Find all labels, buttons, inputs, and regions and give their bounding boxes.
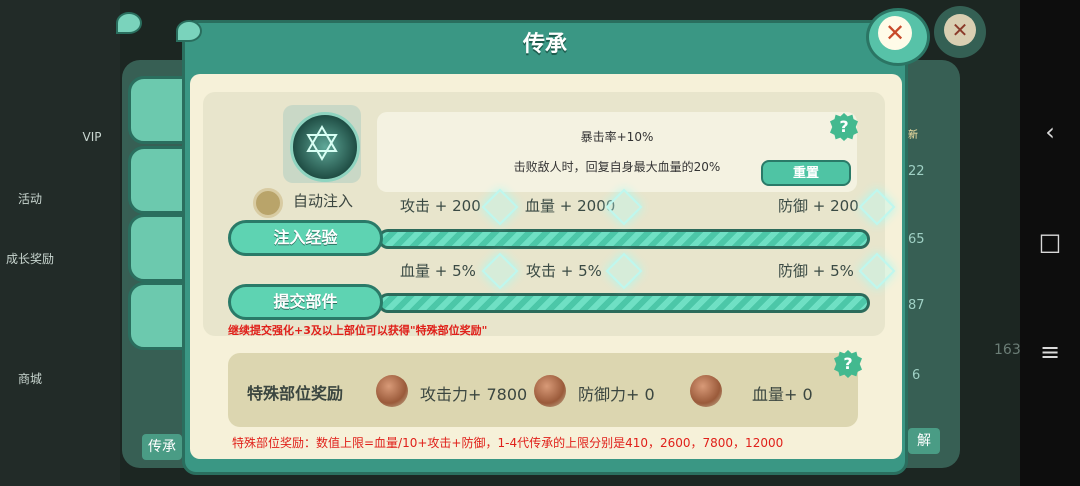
reward-hp: 血量+ 0 xyxy=(752,385,813,404)
parts-stat-hp: 血量 + 5% xyxy=(400,262,476,280)
bg-menu-activity: 活动 xyxy=(17,192,42,206)
bg-menu-vip: VIP xyxy=(82,130,102,144)
mushroom-icon xyxy=(376,375,408,407)
exp-progress-fill xyxy=(381,232,867,246)
bg-inherit-button: 传承 xyxy=(142,434,182,460)
bg-num-2: 65 xyxy=(908,232,925,247)
home-nav-icon[interactable]: □ xyxy=(1020,228,1080,256)
submit-parts-button[interactable]: 提交部件 xyxy=(228,284,383,320)
reward-defense: 防御力+ 0 xyxy=(578,385,655,404)
bg-menu-growth: 成长奖励 xyxy=(5,252,54,266)
parts-progress-fill xyxy=(381,296,867,310)
parts-progress-bar xyxy=(378,293,870,313)
back-nav-icon[interactable]: ‹ xyxy=(1020,118,1080,146)
reward-attack: 攻击力+ 7800 xyxy=(420,385,528,404)
bg-new-badge: 新 xyxy=(908,130,918,141)
auto-inject-label: 自动注入 xyxy=(293,192,354,210)
bg-num-4: 6 xyxy=(912,368,921,383)
parts-stat-defense: 防御 + 5% xyxy=(778,262,854,280)
bg-side-count: 163 xyxy=(994,342,1021,358)
modal-title: 传承 xyxy=(522,32,567,57)
bg-num-1: 22 xyxy=(908,164,925,179)
exp-stat-hp: 血量 + 2000 xyxy=(525,197,616,215)
exp-progress-bar xyxy=(378,229,870,249)
inject-exp-button[interactable]: 注入经验 xyxy=(228,220,383,256)
mushroom-icon xyxy=(690,375,722,407)
exp-stat-attack: 攻击 + 200 xyxy=(400,197,481,215)
exp-stat-defense: 防御 + 200 xyxy=(778,197,859,215)
menu-nav-icon[interactable]: ≡ xyxy=(1020,338,1080,366)
bg-right-button: 解 xyxy=(908,428,940,454)
close-icon[interactable]: ✕ xyxy=(878,16,912,50)
reset-button[interactable]: 重置 xyxy=(761,160,851,186)
reward-limit-note: 特殊部位奖励：数值上限=血量/10+攻击+防御，1-4代传承的上限分别是410，… xyxy=(232,436,784,450)
special-reward-tip: 继续提交强化+3及以上部位可以获得"特殊部位奖励" xyxy=(228,324,488,337)
bg-menu-shop: 商城 xyxy=(17,372,42,386)
mushroom-icon xyxy=(534,375,566,407)
bg-close-x-icon: ✕ xyxy=(944,14,976,46)
special-reward-title: 特殊部位奖励 xyxy=(247,384,344,403)
auto-inject-toggle[interactable] xyxy=(253,188,283,218)
bg-num-3: 87 xyxy=(908,298,925,313)
background-left-menu xyxy=(0,0,120,486)
parts-stat-attack: 攻击 + 5% xyxy=(526,262,602,280)
leaf-ornament-icon xyxy=(116,12,142,34)
hexagram-orb-icon[interactable] xyxy=(290,112,360,182)
talent-effect-line1: 暴击率+10% xyxy=(580,130,654,144)
